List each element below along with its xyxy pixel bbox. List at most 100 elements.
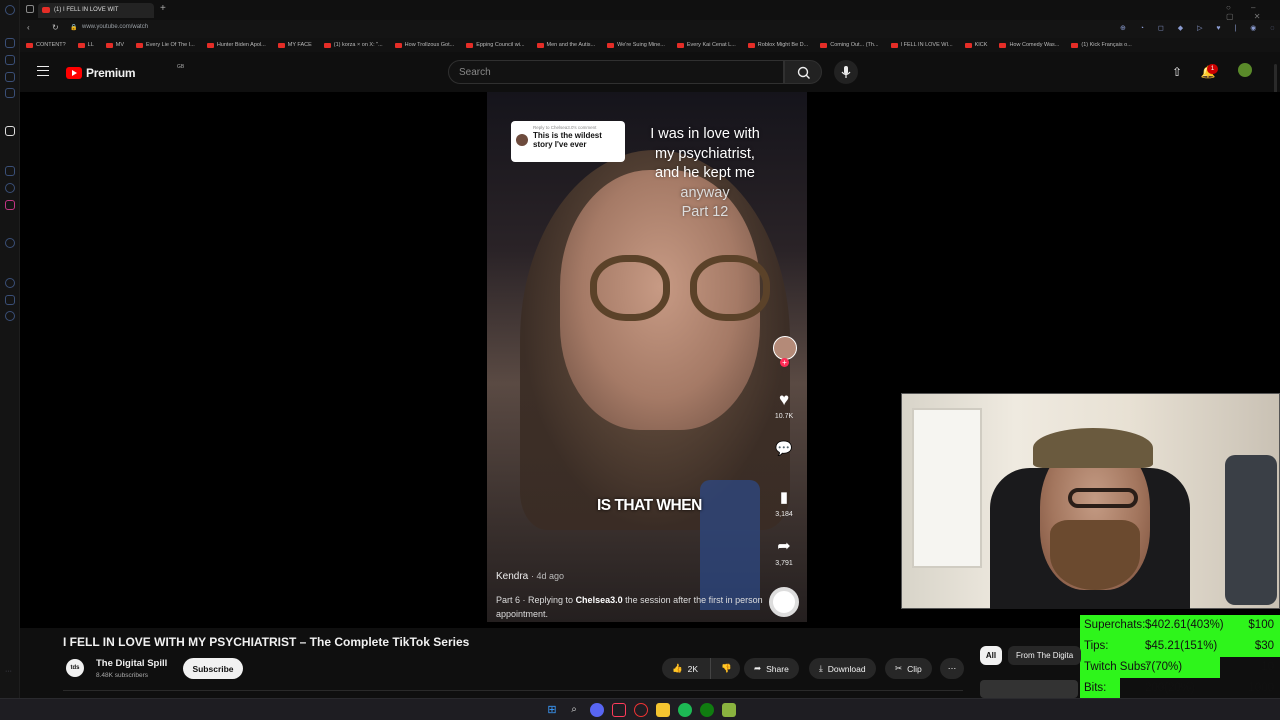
- bookmark-item[interactable]: CONTENT?: [20, 38, 72, 52]
- sidebar-app-icon[interactable]: [5, 55, 15, 65]
- bookmark-item[interactable]: LL: [72, 38, 100, 52]
- sidebar-messenger-icon[interactable]: [5, 166, 15, 176]
- tiktok-follow-plus-icon: +: [780, 358, 789, 367]
- bookmark-item[interactable]: KICK: [959, 38, 994, 52]
- tab-menu-icon[interactable]: [26, 5, 34, 13]
- bookmark-favicon-icon: [466, 42, 474, 48]
- related-video-thumbnail[interactable]: [980, 680, 1078, 698]
- tiktok-bookmarks-count: 3,184: [775, 511, 793, 518]
- overlay-line: anyway: [680, 184, 730, 201]
- account-avatar[interactable]: [1238, 63, 1252, 77]
- back-icon[interactable]: [5, 38, 15, 48]
- spotify-icon[interactable]: [678, 703, 692, 717]
- tab-strip: (1) I FELL IN LOVE WIT + ○ – ▢ ✕: [20, 0, 1280, 21]
- sidebar-app-icon[interactable]: [5, 295, 15, 305]
- youtube-logo[interactable]: Premium GB: [66, 64, 184, 80]
- bookmark-item[interactable]: Coming Out... (Th...: [814, 38, 884, 52]
- taskbar-search-icon[interactable]: ⌕: [567, 703, 581, 717]
- tab-youtube[interactable]: (1) I FELL IN LOVE WIT: [38, 3, 154, 18]
- bookmark-favicon-icon: [607, 42, 615, 48]
- donation-goal-row: Superchats: $402.61(403%) $100: [1080, 615, 1280, 636]
- bookmark-label: Men and the Autis...: [546, 42, 596, 48]
- opera-gx-icon[interactable]: [612, 703, 626, 717]
- webcam-coat: [1225, 455, 1277, 605]
- minecraft-icon[interactable]: [722, 703, 736, 717]
- bookmark-item[interactable]: (1) Kick Français o...: [1065, 38, 1137, 52]
- clip-button[interactable]: ✂ Clip: [885, 658, 932, 679]
- bookmark-item[interactable]: MV: [100, 38, 130, 52]
- download-icon: ⤓: [819, 663, 823, 673]
- overlay-line: I was in love with: [650, 126, 760, 142]
- browser-logo-icon[interactable]: [5, 5, 15, 15]
- sidebar-app-icon[interactable]: [5, 238, 15, 248]
- chip-all[interactable]: All: [980, 646, 1002, 665]
- donation-value: $45.21(151%): [1145, 640, 1218, 652]
- sidebar-app-icon[interactable]: [5, 183, 15, 193]
- upload-icon[interactable]: ⇧: [1169, 64, 1185, 80]
- search-button[interactable]: [784, 60, 822, 84]
- obs-icon[interactable]: [634, 703, 648, 717]
- donation-goal: $30: [1254, 640, 1274, 652]
- video-glasses-left: [590, 255, 670, 321]
- download-button[interactable]: ⤓ Download: [809, 658, 876, 679]
- subscribe-button[interactable]: Subscribe: [183, 658, 243, 679]
- bookmark-item[interactable]: (1) korza × on X: "...: [318, 38, 389, 52]
- more-icon[interactable]: ···: [5, 668, 15, 678]
- xbox-icon[interactable]: [700, 703, 714, 717]
- donation-goal-row: Twitch Subs: 7(70%) 10: [1080, 657, 1280, 678]
- bookmark-item[interactable]: How Comedy Was...: [993, 38, 1065, 52]
- more-actions-button[interactable]: ⋯: [940, 658, 964, 679]
- tiktok-shares-count: 3,791: [775, 560, 793, 567]
- sidebar-ai-icon[interactable]: [5, 126, 15, 136]
- sidebar-app-icon[interactable]: [5, 88, 15, 98]
- address-bar[interactable]: www.youtube.com/watch: [82, 24, 148, 30]
- bookmark-favicon-icon: [536, 42, 544, 48]
- chip-from-channel[interactable]: From The Digita: [1008, 646, 1082, 665]
- bookmark-item[interactable]: Hunter Biden Apol...: [201, 38, 272, 52]
- donation-label: Superchats:: [1084, 619, 1146, 631]
- bookmark-item[interactable]: MY FACE: [272, 38, 318, 52]
- history-icon[interactable]: [5, 278, 15, 288]
- dislike-button[interactable]: 👎: [710, 658, 740, 679]
- extension-icons[interactable]: ⊕ ◔ ◻ ◆ ▷ ♥ | ◉ ◌ ◎ ⚙ ⋮: [1120, 24, 1280, 32]
- bookmark-item[interactable]: Epping Council wi...: [460, 38, 530, 52]
- back-arrow-icon[interactable]: ‹: [27, 23, 30, 32]
- bookmark-label: I FELL IN LOVE WI...: [900, 42, 953, 48]
- bookmark-label: Coming Out... (Th...: [830, 42, 879, 48]
- bookmark-favicon-icon: [323, 42, 331, 48]
- bookmark-label: Roblox Might Be D...: [757, 42, 809, 48]
- share-icon: ➦: [754, 663, 762, 673]
- search-input[interactable]: Search: [448, 60, 784, 84]
- donation-label: Bits:: [1084, 682, 1107, 694]
- browser-sidebar: ···: [0, 0, 20, 698]
- bookmark-item[interactable]: How Trollzous Got...: [389, 38, 461, 52]
- voice-search-button[interactable]: [834, 60, 858, 84]
- channel-avatar[interactable]: tds: [66, 659, 84, 677]
- hamburger-menu-icon[interactable]: [37, 66, 49, 76]
- bookmark-item[interactable]: Roblox Might Be D...: [742, 38, 814, 52]
- reply-avatar: [516, 134, 528, 146]
- tiktok-likes-count: 10.7K: [774, 413, 794, 420]
- new-tab-icon[interactable]: +: [160, 3, 166, 14]
- bookmark-item[interactable]: We're Suing Mine...: [601, 38, 671, 52]
- like-button[interactable]: 👍 2K: [662, 658, 710, 679]
- sidebar-instagram-icon[interactable]: [5, 200, 15, 210]
- settings-icon[interactable]: [5, 311, 15, 321]
- webcam-person-hat: [1033, 428, 1153, 468]
- share-button[interactable]: ➦ Share: [744, 658, 799, 679]
- bookmark-item[interactable]: Every Kai Cenat L...: [671, 38, 742, 52]
- sidebar-app-icon[interactable]: [5, 72, 15, 82]
- reload-icon[interactable]: ↻: [52, 23, 59, 32]
- bookmark-item[interactable]: I FELL IN LOVE WI...: [885, 38, 959, 52]
- tiktok-username: Kendra: [496, 571, 529, 582]
- channel-name[interactable]: The Digital Spill: [96, 658, 167, 669]
- donation-label: Twitch Subs:: [1084, 661, 1150, 673]
- window-controls[interactable]: ○ – ▢ ✕: [1226, 3, 1280, 21]
- video-glasses-right: [690, 255, 770, 321]
- bookmark-item[interactable]: Every Lie Of The I...: [130, 38, 201, 52]
- windows-start-icon[interactable]: ⊞: [545, 703, 559, 717]
- divider: [63, 690, 963, 691]
- discord-icon[interactable]: [590, 703, 604, 717]
- bookmark-item[interactable]: Men and the Autis...: [531, 38, 602, 52]
- file-explorer-icon[interactable]: [656, 703, 670, 717]
